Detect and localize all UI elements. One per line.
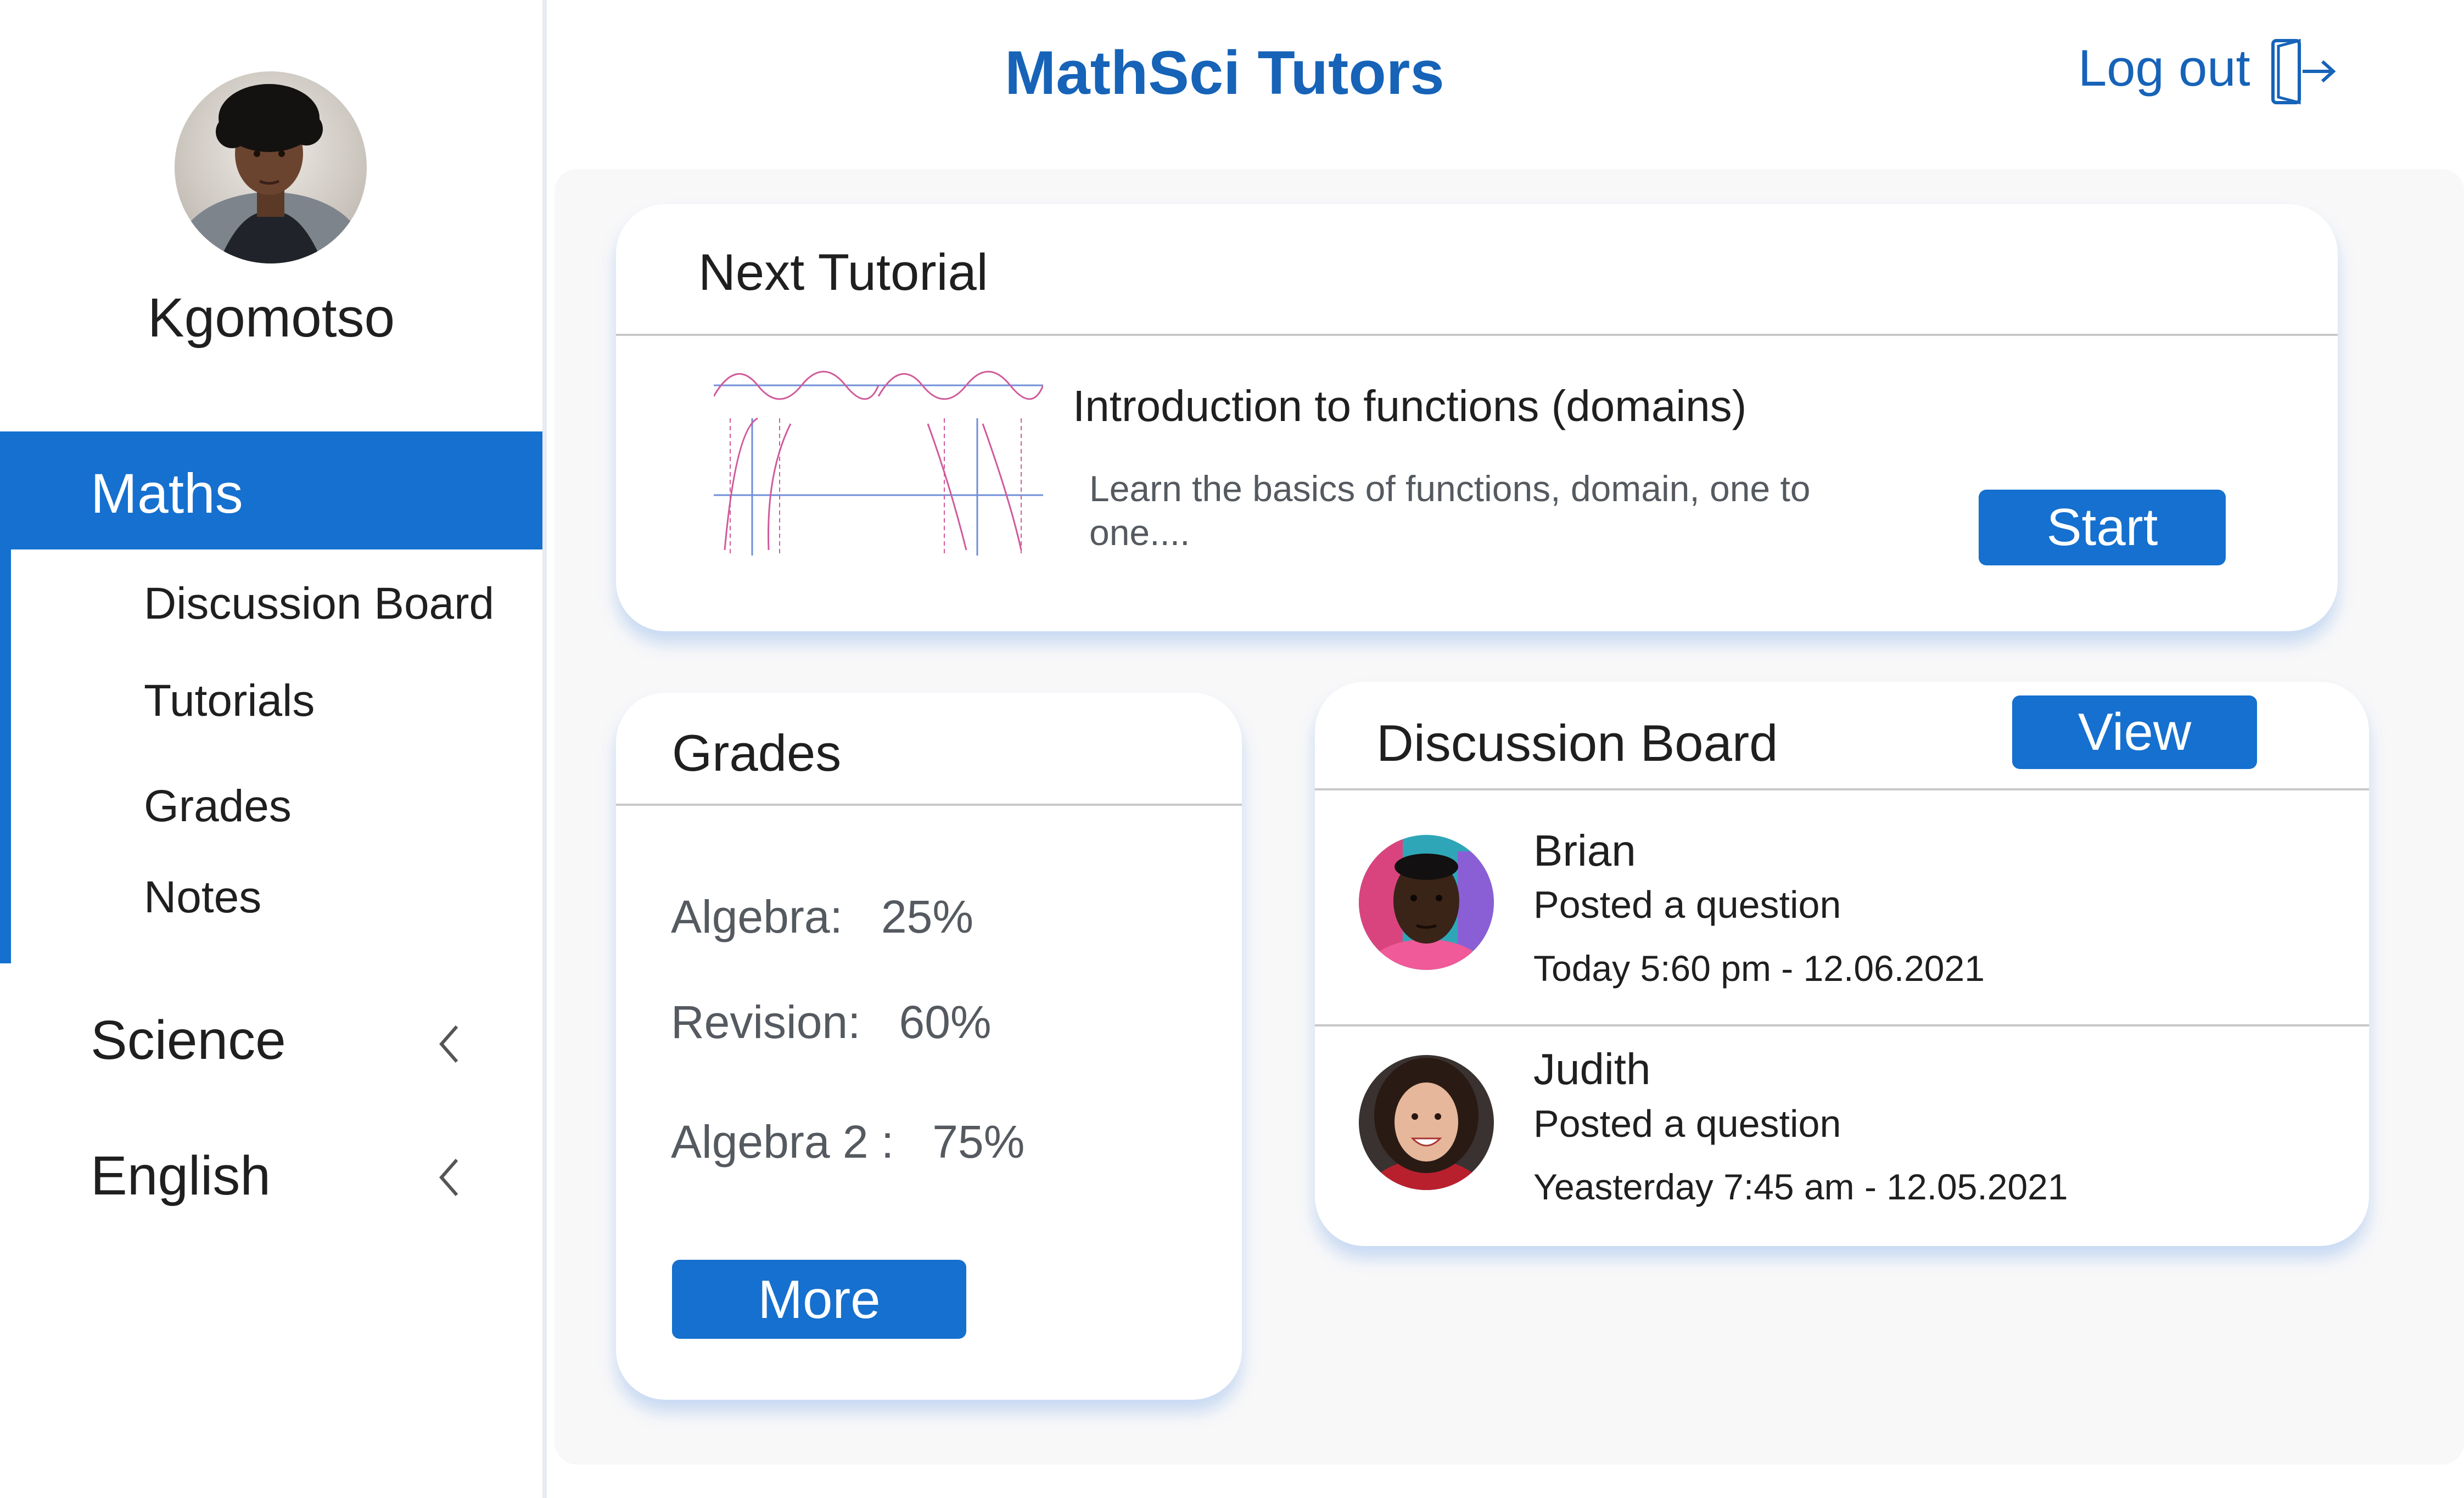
tutorial-description: Learn the basics of functions, domain, o… — [1089, 468, 1811, 553]
chevron-left-icon[interactable] — [434, 1022, 467, 1066]
grade-label: Algebra: — [671, 891, 843, 942]
post-action: Posted a question — [1533, 883, 1841, 926]
sidebar: Kgomotso Maths Discussion Board Tutorial… — [0, 0, 542, 1498]
card-divider — [1315, 788, 2369, 790]
tutorial-thumbnail[interactable] — [714, 363, 1043, 556]
start-button[interactable]: Start — [1979, 490, 2226, 565]
post-author: Brian — [1533, 826, 1636, 875]
avatar — [1359, 1055, 1494, 1190]
card-divider — [616, 334, 2338, 336]
post-action: Posted a question — [1533, 1102, 1841, 1145]
tutorial-title[interactable]: Introduction to functions (domains) — [1073, 381, 1746, 431]
subject-maths[interactable]: Maths — [0, 431, 542, 549]
card-divider — [616, 804, 1242, 806]
subject-english[interactable]: English — [91, 1144, 271, 1208]
sidebar-divider — [542, 0, 547, 1498]
logout-icon[interactable] — [2267, 37, 2339, 106]
discussion-heading: Discussion Board — [1376, 714, 1778, 772]
next-tutorial-heading: Next Tutorial — [698, 243, 988, 301]
avatar — [1359, 835, 1494, 970]
app-title: MathSci Tutors — [1005, 38, 1444, 107]
post-divider — [1315, 1024, 2369, 1026]
subnav-indicator — [0, 549, 11, 963]
grades-card: Grades Algebra: 25% Revision: 60% Algebr… — [616, 693, 1242, 1400]
user-name: Kgomotso — [147, 287, 395, 349]
grade-row-revision: Revision: 60% — [671, 996, 992, 1049]
view-button[interactable]: View — [2012, 695, 2257, 769]
user-avatar[interactable] — [175, 71, 367, 263]
grade-label: Algebra 2 : — [671, 1116, 894, 1168]
subject-science[interactable]: Science — [91, 1009, 286, 1072]
subnav-notes[interactable]: Notes — [144, 872, 261, 923]
subnav-discussion-board[interactable]: Discussion Board — [144, 578, 494, 630]
grade-row-algebra: Algebra: 25% — [671, 890, 973, 944]
grade-row-algebra-2: Algebra 2 : 75% — [671, 1115, 1024, 1169]
grades-heading: Grades — [672, 724, 842, 782]
logout-button[interactable]: Log out — [2078, 38, 2250, 98]
subnav-tutorials[interactable]: Tutorials — [144, 675, 315, 727]
discussion-board-card: Discussion Board View Brian Posted a que… — [1315, 682, 2369, 1246]
post-timestamp: Yeasterday 7:45 am - 12.05.2021 — [1533, 1166, 2068, 1207]
grade-label: Revision: — [671, 996, 861, 1048]
post-author: Judith — [1533, 1045, 1651, 1093]
subnav-grades[interactable]: Grades — [144, 781, 292, 832]
subject-maths-label: Maths — [91, 462, 243, 525]
grade-value: 60% — [899, 996, 992, 1048]
post-timestamp: Today 5:60 pm - 12.06.2021 — [1533, 948, 1985, 989]
grade-value: 75% — [932, 1116, 1025, 1168]
grade-value: 25% — [881, 891, 974, 942]
chevron-left-icon[interactable] — [434, 1155, 467, 1199]
next-tutorial-card: Next Tutorial Introduction to functions … — [616, 204, 2338, 631]
more-button[interactable]: More — [672, 1260, 966, 1339]
